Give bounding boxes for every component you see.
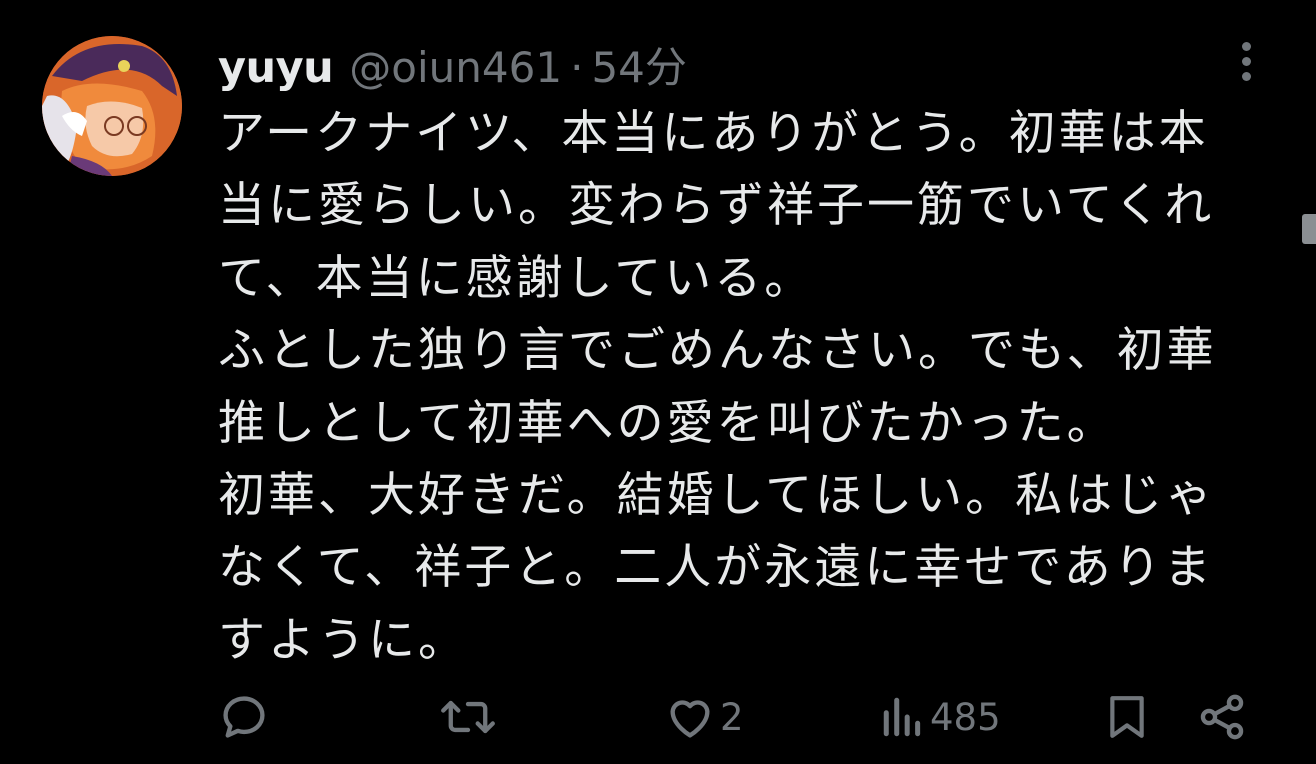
post-time[interactable]: 54分 — [591, 34, 686, 95]
views-icon — [883, 697, 921, 737]
post-line: 当に愛らしい。変わらず祥子一筋でいてくれ — [218, 178, 1215, 234]
like-button[interactable]: 2 — [664, 686, 744, 748]
post-line: て、本当に感謝している。 — [218, 250, 815, 306]
post-line: なくて、祥子と。二人が永遠に幸せでありま — [218, 540, 1214, 596]
bookmark-button[interactable] — [1104, 686, 1150, 748]
share-button[interactable] — [1196, 686, 1248, 748]
more-dot — [1241, 42, 1251, 51]
separator-dot: · — [570, 43, 584, 92]
view-count: 485 — [930, 695, 1001, 739]
share-icon — [1200, 694, 1244, 740]
scrollbar-thumb[interactable] — [1302, 214, 1316, 244]
display-name[interactable]: yuyu — [218, 43, 334, 93]
heart-icon — [670, 700, 710, 738]
views-button[interactable]: 485 — [880, 686, 1001, 748]
reply-icon — [223, 696, 265, 738]
repost-icon — [441, 700, 495, 734]
bookmark-icon — [1110, 696, 1144, 738]
user-handle[interactable]: @oiun461 — [349, 43, 562, 92]
avatar-image — [42, 36, 182, 176]
reply-button[interactable] — [218, 686, 270, 748]
post-line: すように。 — [218, 612, 468, 668]
post-line: ふとした独り言でごめんなさい。でも、初華 — [218, 323, 1217, 379]
post-body: アークナイツ、本当にありがとう。初華は本 当に愛らしい。変わらず祥子一筋でいてく… — [218, 98, 1268, 677]
repost-button[interactable] — [440, 686, 496, 748]
action-bar: 2 485 — [0, 686, 1316, 748]
more-options-icon[interactable] — [1234, 42, 1258, 86]
more-dot — [1241, 57, 1251, 66]
post-line: 推しとして初華への愛を叫びたかった。 — [218, 395, 1117, 451]
post-line: アークナイツ、本当にありがとう。初華は本 — [218, 106, 1209, 161]
like-count: 2 — [720, 695, 744, 739]
post-header: yuyu @oiun461 · 54分 — [218, 34, 687, 94]
post-line: 初華、大好きだ。結婚してほしい。私はじゃ — [218, 468, 1216, 524]
avatar[interactable] — [42, 36, 182, 176]
more-dot — [1241, 72, 1251, 81]
